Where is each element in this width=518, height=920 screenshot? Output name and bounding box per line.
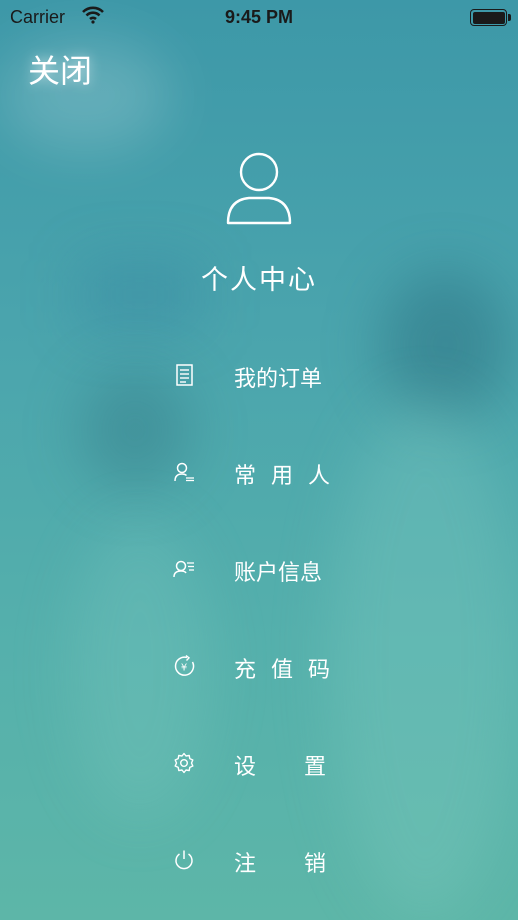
menu-item-settings[interactable]: 设置 (172, 743, 372, 783)
close-button[interactable]: 关闭 (28, 46, 92, 92)
menu-item-label: 充值码 (234, 658, 346, 683)
account-info-icon (173, 560, 194, 578)
status-time: 9:45 PM (224, 7, 294, 27)
menu-item-recharge-code[interactable]: ¥ 充值码 (172, 646, 372, 686)
menu-item-label: 注销 (234, 852, 375, 877)
menu-item-label: 账户信息 (234, 561, 323, 586)
status-bar: Carrier 9:45 PM (0, 0, 518, 34)
menu-item-label: 常用人 (234, 464, 346, 489)
order-list-icon (176, 364, 193, 386)
menu-item-my-orders[interactable]: 我的订单 (172, 355, 372, 395)
menu-item-label: 设置 (234, 755, 375, 780)
svg-text:¥: ¥ (181, 663, 187, 674)
power-logout-icon (175, 850, 193, 870)
side-menu-screen: Carrier 9:45 PM 关闭 个人中心 我的订单 常用人 账户信息 ¥ … (0, 0, 518, 920)
recharge-code-icon: ¥ (174, 654, 195, 676)
frequent-contacts-icon (174, 462, 194, 482)
menu-item-logout[interactable]: 注销 (172, 840, 372, 880)
battery-nub (508, 14, 511, 21)
menu-item-frequent-contacts[interactable]: 常用人 (172, 452, 372, 492)
battery-icon (470, 9, 507, 26)
menu-item-label: 我的订单 (234, 367, 323, 392)
settings-gear-icon (174, 752, 194, 774)
user-avatar-icon[interactable] (222, 150, 296, 228)
menu-item-account-info[interactable]: 账户信息 (172, 549, 372, 589)
profile-title: 个人中心 (201, 265, 317, 296)
